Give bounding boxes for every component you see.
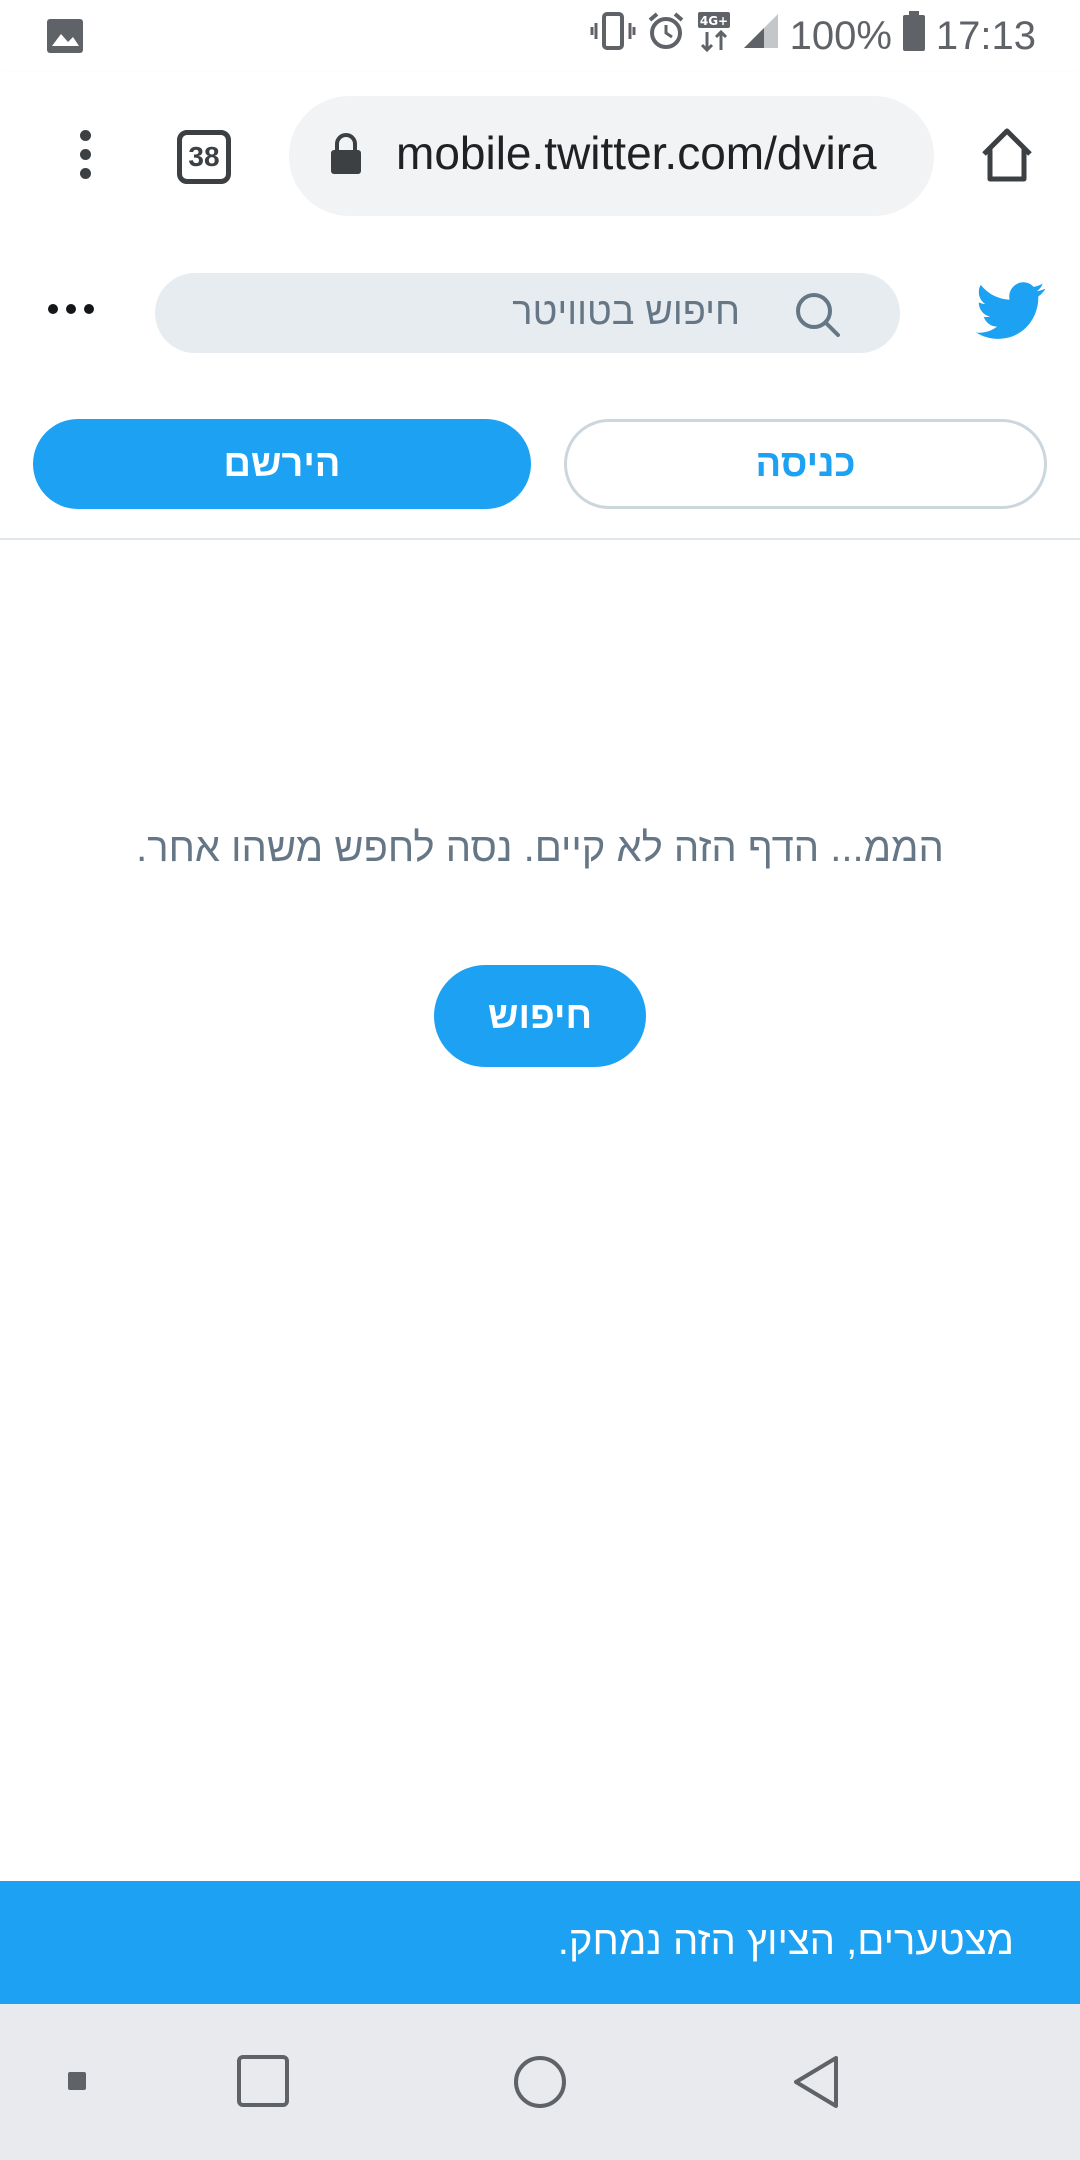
page-not-found-message: הממ... הדף הזה לא קיים. נסה לחפש משהו אח… bbox=[136, 826, 944, 870]
url-text: mobile.twitter.com/dvira bbox=[396, 127, 877, 179]
home-nav-icon[interactable] bbox=[512, 2054, 568, 2115]
alarm-icon bbox=[646, 11, 686, 61]
search-button[interactable]: חיפוש bbox=[434, 965, 646, 1067]
search-icon bbox=[794, 291, 842, 344]
svg-text:4G+: 4G+ bbox=[699, 14, 727, 28]
twitter-header: חיפוש בטוויטר כניסה הירשם bbox=[0, 240, 1080, 540]
toast-message: מצטערים, הציוץ הזה נמחק. bbox=[557, 1919, 1014, 1963]
status-bar: 4G+ 100% 17:13 bbox=[0, 0, 1080, 72]
back-icon[interactable] bbox=[790, 2054, 842, 2115]
recent-dot-icon[interactable] bbox=[66, 2070, 88, 2097]
battery-icon bbox=[902, 11, 926, 61]
signal-icon bbox=[742, 12, 780, 60]
more-icon[interactable] bbox=[48, 304, 94, 314]
signup-button[interactable]: הירשם bbox=[33, 419, 531, 509]
lock-icon bbox=[329, 132, 363, 181]
address-bar[interactable]: mobile.twitter.com/dvira bbox=[289, 96, 934, 216]
browser-toolbar: 38 mobile.twitter.com/dvira bbox=[0, 72, 1080, 240]
search-input[interactable]: חיפוש בטוויטר bbox=[155, 273, 900, 353]
twitter-bird-icon[interactable] bbox=[975, 282, 1046, 345]
tab-switcher-button[interactable]: 38 bbox=[177, 130, 231, 184]
browser-menu-icon[interactable] bbox=[62, 130, 108, 186]
search-placeholder: חיפוש בטוויטר bbox=[512, 291, 740, 333]
vibrate-icon bbox=[590, 11, 636, 61]
recent-apps-icon[interactable] bbox=[236, 2054, 290, 2113]
home-icon[interactable] bbox=[978, 126, 1036, 189]
network-type-icon: 4G+ bbox=[696, 10, 732, 62]
deleted-tweet-toast: מצטערים, הציוץ הזה נמחק. bbox=[0, 1881, 1080, 2004]
login-button[interactable]: כניסה bbox=[564, 419, 1047, 509]
clock: 17:13 bbox=[935, 13, 1036, 58]
navigation-bar bbox=[0, 2004, 1080, 2160]
image-icon bbox=[46, 18, 84, 59]
battery-percent: 100% bbox=[789, 13, 892, 58]
